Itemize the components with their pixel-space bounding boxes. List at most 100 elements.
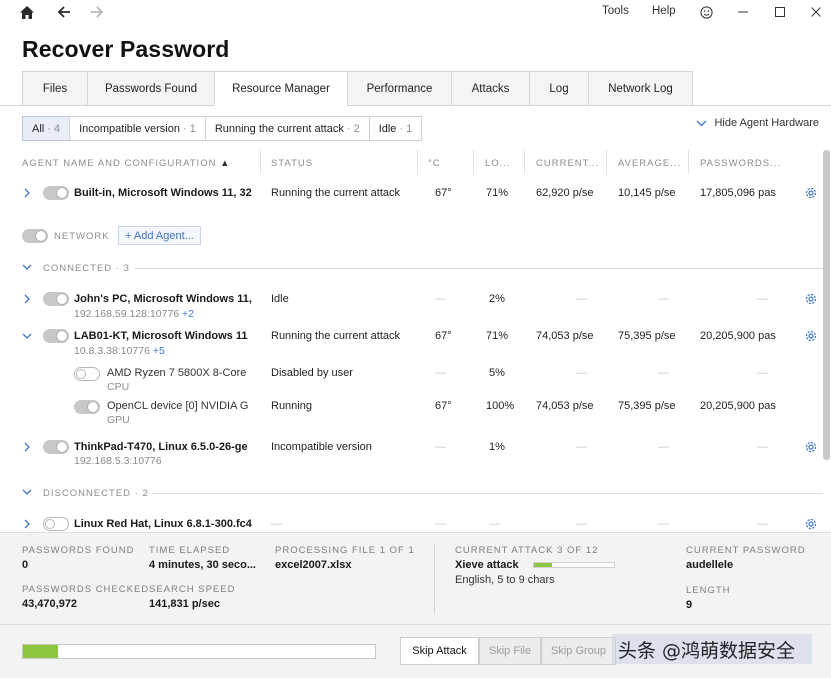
attack-progress-fill bbox=[534, 563, 552, 567]
chevron-down-icon[interactable] bbox=[22, 331, 32, 341]
toggle-knob bbox=[56, 293, 68, 305]
chevron-down-icon bbox=[696, 120, 707, 126]
filter-label: Idle bbox=[378, 122, 397, 135]
tab-passwords-found[interactable]: Passwords Found bbox=[87, 71, 214, 106]
empty-value: — bbox=[576, 518, 587, 530]
gear-icon[interactable] bbox=[804, 186, 818, 200]
tab-resource-manager[interactable]: Resource Manager bbox=[214, 71, 347, 106]
skip-file-button[interactable]: Skip File bbox=[479, 637, 541, 665]
agent-address-text: 10.8.3.38:10776 bbox=[74, 345, 150, 357]
agent-enable-toggle[interactable] bbox=[43, 517, 69, 531]
device-passwords: 20,205,900 pas bbox=[700, 400, 776, 412]
filter-incompatible-version[interactable]: Incompatible version · 1 bbox=[69, 116, 205, 141]
more-addresses-link[interactable]: +5 bbox=[153, 345, 165, 357]
search-speed-value: 141,831 p/sec bbox=[149, 598, 220, 610]
back-button[interactable] bbox=[53, 2, 75, 22]
column-passwords[interactable]: PASSWORDS... bbox=[700, 158, 780, 169]
home-icon bbox=[20, 5, 34, 19]
add-agent-button[interactable]: + Add Agent... bbox=[118, 226, 201, 245]
empty-value: — bbox=[658, 293, 669, 305]
empty-value: — bbox=[757, 367, 768, 379]
page-title: Recover Password bbox=[22, 36, 230, 62]
filter-all[interactable]: All · 4 bbox=[22, 116, 70, 141]
hide-agent-hardware-toggle[interactable]: Hide Agent Hardware bbox=[696, 117, 819, 129]
tab-attacks[interactable]: Attacks bbox=[451, 71, 529, 106]
tab-files[interactable]: Files bbox=[22, 71, 87, 106]
minimize-button[interactable] bbox=[733, 3, 753, 21]
column-average-speed[interactable]: AVERAGE... bbox=[618, 158, 684, 169]
maximize-button[interactable] bbox=[770, 3, 790, 21]
network-toggle[interactable] bbox=[22, 229, 48, 243]
column-status[interactable]: STATUS bbox=[271, 158, 411, 169]
empty-value: — bbox=[576, 367, 587, 379]
chevron-right-icon[interactable] bbox=[22, 294, 32, 304]
column-separator[interactable] bbox=[260, 150, 261, 174]
column-separator[interactable] bbox=[417, 150, 418, 174]
agent-enable-toggle[interactable] bbox=[43, 329, 69, 343]
device-name: AMD Ryzen 7 5800X 8-Core bbox=[107, 367, 247, 379]
column-separator[interactable] bbox=[473, 150, 474, 174]
help-menu[interactable]: Help bbox=[652, 5, 676, 17]
tab-log[interactable]: Log bbox=[529, 71, 588, 106]
column-load[interactable]: LO... bbox=[485, 158, 520, 169]
filter-label: Incompatible version bbox=[79, 122, 180, 135]
agent-average-speed: 10,145 p/se bbox=[618, 187, 676, 199]
gear-icon[interactable] bbox=[804, 329, 818, 343]
agent-enable-toggle[interactable] bbox=[43, 440, 69, 454]
agent-enable-toggle[interactable] bbox=[43, 292, 69, 306]
column-separator[interactable] bbox=[524, 150, 525, 174]
filter-label: Running the current attack bbox=[214, 122, 344, 135]
gear-icon[interactable] bbox=[804, 517, 818, 531]
device-enable-toggle[interactable] bbox=[74, 400, 100, 414]
column-temperature[interactable]: °C bbox=[428, 158, 468, 169]
network-label: NETWORK bbox=[54, 231, 110, 242]
processing-file-value: excel2007.xlsx bbox=[275, 559, 352, 571]
agent-passwords: 17,805,096 pas bbox=[700, 187, 776, 199]
empty-value: — bbox=[757, 518, 768, 530]
filter-running-current-attack[interactable]: Running the current attack · 2 bbox=[204, 116, 369, 141]
device-enable-toggle[interactable] bbox=[74, 367, 100, 381]
skip-group-button[interactable]: Skip Group bbox=[541, 637, 616, 665]
close-button[interactable] bbox=[806, 3, 826, 21]
toggle-knob bbox=[45, 519, 55, 529]
chevron-down-icon[interactable] bbox=[22, 487, 32, 497]
feedback-button[interactable] bbox=[696, 3, 716, 21]
toggle-knob bbox=[76, 369, 86, 379]
minimize-icon bbox=[738, 11, 748, 13]
tab-performance[interactable]: Performance bbox=[347, 71, 451, 106]
home-button[interactable] bbox=[16, 2, 38, 22]
vertical-scrollbar[interactable] bbox=[823, 150, 830, 460]
filter-count: · 1 bbox=[182, 122, 196, 135]
toggle-knob bbox=[56, 330, 68, 342]
empty-value: — bbox=[489, 518, 500, 530]
empty-value: — bbox=[435, 441, 446, 453]
chevron-down-icon[interactable] bbox=[22, 262, 32, 272]
column-separator[interactable] bbox=[606, 150, 607, 174]
skip-attack-button[interactable]: Skip Attack bbox=[400, 637, 479, 665]
gear-icon[interactable] bbox=[804, 440, 818, 454]
device-name: OpenCL device [0] NVIDIA G bbox=[107, 400, 249, 412]
chevron-right-icon[interactable] bbox=[22, 519, 32, 529]
agent-enable-toggle[interactable] bbox=[43, 186, 69, 200]
chevron-right-icon[interactable] bbox=[22, 188, 32, 198]
gear-icon[interactable] bbox=[804, 292, 818, 306]
footer-divider bbox=[0, 624, 831, 625]
device-current-speed: 74,053 p/se bbox=[536, 400, 594, 412]
empty-value: — bbox=[658, 441, 669, 453]
column-agent-label: AGENT NAME AND CONFIGURATION bbox=[22, 158, 217, 169]
tools-menu[interactable]: Tools bbox=[602, 5, 629, 17]
agent-status: Idle bbox=[271, 293, 289, 305]
agent-address: 192.168.59.128:10776 +2 bbox=[74, 308, 194, 320]
agent-load: 1% bbox=[489, 441, 505, 453]
tab-network-log[interactable]: Network Log bbox=[588, 71, 693, 106]
search-speed-label: SEARCH SPEED bbox=[149, 584, 236, 595]
more-addresses-link[interactable]: +2 bbox=[182, 308, 194, 320]
filter-idle[interactable]: Idle · 1 bbox=[368, 116, 423, 141]
column-separator[interactable] bbox=[688, 150, 689, 174]
column-current-speed[interactable]: CURRENT... bbox=[536, 158, 602, 169]
column-agent-name[interactable]: AGENT NAME AND CONFIGURATION ▲ bbox=[22, 158, 258, 169]
forward-button[interactable] bbox=[86, 2, 108, 22]
hide-agent-hardware-label: Hide Agent Hardware bbox=[714, 117, 819, 129]
agent-name: Linux Red Hat, Linux 6.8.1-300.fc4 bbox=[74, 518, 252, 530]
chevron-right-icon[interactable] bbox=[22, 442, 32, 452]
